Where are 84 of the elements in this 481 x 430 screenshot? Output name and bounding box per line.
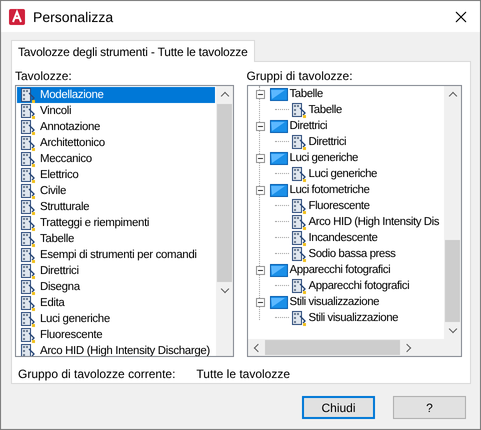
tree-item[interactable]: Direttrici xyxy=(308,134,346,150)
folder-icon xyxy=(270,263,288,277)
collapse-icon[interactable] xyxy=(256,266,264,274)
list-item[interactable]: Architettonico xyxy=(40,136,105,150)
current-group-value: Tutte le tavolozze xyxy=(196,367,290,381)
tree-item[interactable]: Incandescente xyxy=(308,230,378,246)
tree-item[interactable]: Luci generiche xyxy=(290,150,358,166)
tool-palette-icon xyxy=(20,279,36,295)
tree-item[interactable]: Arco HID (High Intensity Dis xyxy=(308,214,440,230)
folder-icon xyxy=(270,87,288,101)
window-title: Personalizza xyxy=(33,8,114,24)
tree-item[interactable]: Fluorescente xyxy=(308,198,370,214)
vertical-scrollbar[interactable] xyxy=(216,86,232,356)
tool-palette-icon xyxy=(20,327,36,343)
tree-item[interactable]: Apparecchi fotografici xyxy=(290,262,390,278)
tool-palette-icon xyxy=(290,214,306,230)
list-item[interactable]: Vincoli xyxy=(40,104,72,118)
list-item[interactable]: Tratteggi e riempimenti xyxy=(40,216,150,230)
collapse-icon[interactable] xyxy=(256,90,264,98)
tool-palette-icon xyxy=(20,247,36,263)
list-item[interactable]: Direttrici xyxy=(40,264,79,278)
tool-palette-icon xyxy=(20,215,36,231)
tool-palette-icon xyxy=(290,246,306,262)
tool-palette-icon xyxy=(20,103,36,119)
list-item[interactable]: Meccanico xyxy=(40,152,92,166)
close-icon[interactable] xyxy=(455,10,467,22)
horizontal-scrollbar[interactable] xyxy=(248,339,461,356)
list-item[interactable]: Tabelle xyxy=(40,232,74,246)
folder-icon xyxy=(270,151,288,165)
list-item[interactable]: Annotazione xyxy=(40,120,100,134)
tab[interactable]: Tavolozze degli strumenti - Tutte le tavolozze xyxy=(11,40,255,62)
help-button[interactable]: ? xyxy=(393,396,466,419)
tree-item[interactable]: Stili visualizzazione xyxy=(290,294,380,310)
current-group-label: Gruppo di tavolozze corrente: xyxy=(18,367,176,381)
folder-icon xyxy=(270,183,288,197)
collapse-icon[interactable] xyxy=(256,122,264,130)
tool-palette-icon xyxy=(20,87,36,103)
collapse-icon[interactable] xyxy=(256,298,264,306)
tool-palette-icon xyxy=(290,310,306,326)
tree-item[interactable]: Tabelle xyxy=(308,102,342,118)
close-button[interactable]: Chiudi xyxy=(302,396,375,419)
tool-palette-icon xyxy=(20,231,36,247)
tool-palette-icon xyxy=(290,166,306,182)
list-item[interactable]: Civile xyxy=(40,184,66,198)
list-item[interactable]: Elettrico xyxy=(40,168,78,182)
folder-icon xyxy=(270,119,288,133)
list-item[interactable]: Strutturale xyxy=(40,200,90,214)
tree-item[interactable]: Direttrici xyxy=(290,118,328,134)
collapse-icon[interactable] xyxy=(256,154,264,162)
list-item[interactable]: Arco HID (High Intensity Discharge) xyxy=(40,344,210,356)
tool-palette-icon xyxy=(20,263,36,279)
list-label: Tavolozze: xyxy=(15,70,73,83)
tree-item[interactable]: Luci fotometriche xyxy=(290,182,370,198)
tree-label: Gruppi di tavolozze: xyxy=(246,70,354,83)
list-item[interactable]: Esempi di strumenti per comandi xyxy=(40,248,197,262)
list-item[interactable]: Luci generiche xyxy=(40,312,110,326)
app-logo-icon xyxy=(9,8,25,24)
tree-item[interactable]: Apparecchi fotografici xyxy=(308,278,410,294)
tool-palette-icon xyxy=(290,230,306,246)
tool-palette-icon xyxy=(290,102,306,118)
tool-palette-icon xyxy=(20,167,36,183)
tree-item[interactable]: Luci generiche xyxy=(308,166,378,182)
group-tree[interactable] xyxy=(246,85,462,357)
palette-list[interactable] xyxy=(15,85,234,357)
tool-palette-icon xyxy=(20,135,36,151)
tool-palette-icon xyxy=(20,295,36,311)
tree-item[interactable]: Sodio bassa press xyxy=(308,246,396,262)
tool-palette-icon xyxy=(290,278,306,294)
tool-palette-icon xyxy=(290,134,306,150)
tool-palette-icon xyxy=(20,183,36,199)
tool-palette-icon xyxy=(290,198,306,214)
tool-palette-icon xyxy=(20,311,36,327)
tree-item[interactable]: Stili visualizzazione xyxy=(308,310,398,326)
tool-palette-icon xyxy=(20,151,36,167)
tool-palette-icon xyxy=(20,199,36,215)
folder-icon xyxy=(270,295,288,309)
tool-palette-icon xyxy=(20,119,36,135)
tool-palette-icon xyxy=(20,343,36,356)
tree-item[interactable]: Tabelle xyxy=(290,86,323,102)
list-item[interactable]: Fluorescente xyxy=(40,328,102,342)
collapse-icon[interactable] xyxy=(256,186,264,194)
list-item[interactable]: Disegna xyxy=(40,280,80,294)
vertical-scrollbar[interactable] xyxy=(444,86,461,339)
list-item[interactable]: Edita xyxy=(40,296,64,310)
